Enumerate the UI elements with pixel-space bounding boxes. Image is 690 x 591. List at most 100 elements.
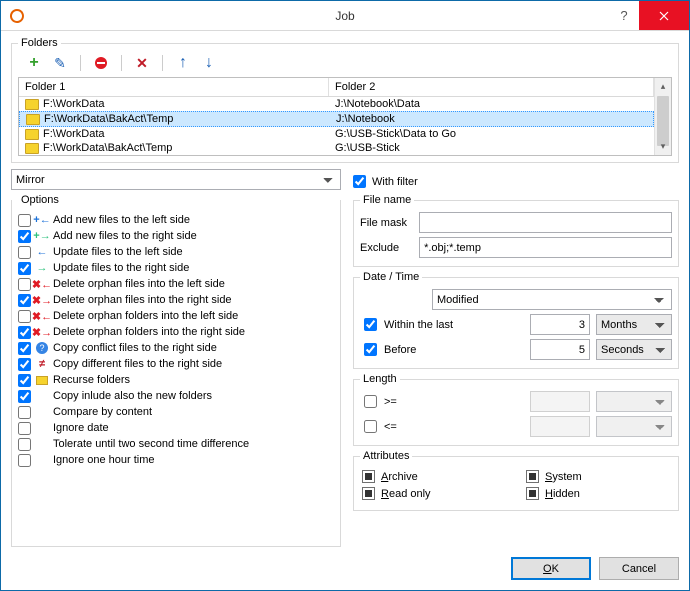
with-filter-checkbox[interactable] xyxy=(353,175,366,188)
option-checkbox[interactable] xyxy=(18,310,31,323)
with-filter-label: With filter xyxy=(372,176,418,188)
gte-value-input xyxy=(530,391,590,412)
option-checkbox[interactable] xyxy=(18,342,31,355)
folder-icon xyxy=(26,114,40,125)
option-label: Copy different files to the right side xyxy=(53,358,222,370)
within-unit-select[interactable]: Months xyxy=(596,314,672,335)
toolbar-separator xyxy=(162,55,163,71)
titlebar: Job ? xyxy=(1,1,689,31)
move-up-button[interactable]: ↑ xyxy=(175,55,191,71)
option-row: +←Add new files to the left side xyxy=(18,212,334,228)
mode-select[interactable]: Mirror xyxy=(11,169,341,190)
system-checkbox[interactable] xyxy=(526,470,539,483)
folders-legend: Folders xyxy=(18,37,61,49)
arrow-left-icon: ← xyxy=(35,245,49,259)
filemask-input[interactable] xyxy=(419,212,672,233)
toolbar-separator xyxy=(80,55,81,71)
readonly-checkbox[interactable] xyxy=(362,487,375,500)
job-dialog: Job ? Folders + ✎ ✕ ↑ ↓ Fol xyxy=(0,0,690,591)
scrollbar[interactable]: ▴ ▾ xyxy=(654,78,671,155)
option-label: Delete orphan folders into the left side xyxy=(53,310,238,322)
option-label: Delete orphan files into the right side xyxy=(53,294,232,306)
gte-unit-select xyxy=(596,391,672,412)
option-checkbox[interactable] xyxy=(18,454,31,467)
hidden-checkbox[interactable] xyxy=(526,487,539,500)
column-folder2[interactable]: Folder 2 xyxy=(329,78,654,96)
option-row: Ignore one hour time xyxy=(18,452,334,468)
gte-label: >= xyxy=(384,396,397,408)
option-label: Copy inlude also the new folders xyxy=(53,390,212,402)
close-button[interactable] xyxy=(639,1,689,30)
hidden-label: Hidden xyxy=(545,488,580,500)
arrow-right-icon: → xyxy=(35,261,49,275)
option-checkbox[interactable] xyxy=(18,438,31,451)
option-row: ✖→Delete orphan files into the right sid… xyxy=(18,292,334,308)
delete-icon: ✖← xyxy=(35,277,49,291)
option-checkbox[interactable] xyxy=(18,230,31,243)
datetime-legend: Date / Time xyxy=(360,271,422,283)
option-row: Tolerate until two second time differenc… xyxy=(18,436,334,452)
option-checkbox[interactable] xyxy=(18,422,31,435)
help-button[interactable]: ? xyxy=(609,1,639,30)
arrow-right-icon: +→ xyxy=(35,229,49,243)
option-row: ←Update files to the left side xyxy=(18,244,334,260)
option-checkbox[interactable] xyxy=(18,294,31,307)
before-value-input[interactable] xyxy=(530,339,590,360)
option-label: Delete orphan files into the left side xyxy=(53,278,225,290)
folder2-path: G:\USB-Stick xyxy=(329,141,654,155)
stop-button[interactable] xyxy=(93,55,109,71)
folder-table: Folder 1 Folder 2 F:\WorkDataJ:\Notebook… xyxy=(18,77,672,156)
option-checkbox[interactable] xyxy=(18,358,31,371)
delete-icon: ✖← xyxy=(35,309,49,323)
option-checkbox[interactable] xyxy=(18,262,31,275)
table-row[interactable]: F:\WorkData\BakAct\TempG:\USB-Stick xyxy=(19,141,654,155)
gte-checkbox[interactable] xyxy=(364,395,377,408)
option-row: ✖← Delete orphan folders into the left si… xyxy=(18,308,334,324)
option-checkbox[interactable] xyxy=(18,246,31,259)
arrow-down-icon: ↓ xyxy=(205,54,213,72)
folder-icon xyxy=(25,143,39,154)
before-unit-select[interactable]: Seconds xyxy=(596,339,672,360)
option-checkbox[interactable] xyxy=(18,390,31,403)
folder1-path: F:\WorkData\BakAct\Temp xyxy=(44,113,173,125)
option-checkbox[interactable] xyxy=(18,326,31,339)
ok-button[interactable]: OK xyxy=(511,557,591,580)
folders-group: Folders + ✎ ✕ ↑ ↓ Folder 1 Folder 2 F:\W… xyxy=(11,37,679,163)
before-checkbox[interactable] xyxy=(364,343,377,356)
folder-icon xyxy=(35,373,49,387)
filename-group: File name File mask Exclude xyxy=(353,194,679,267)
scroll-up[interactable]: ▴ xyxy=(655,78,671,95)
table-header: Folder 1 Folder 2 xyxy=(19,78,654,97)
lte-value-input xyxy=(530,416,590,437)
scroll-down[interactable]: ▾ xyxy=(655,138,671,155)
within-checkbox[interactable] xyxy=(364,318,377,331)
archive-checkbox[interactable] xyxy=(362,470,375,483)
option-checkbox[interactable] xyxy=(18,374,31,387)
folder-icon xyxy=(25,129,39,140)
exclude-input[interactable] xyxy=(419,237,672,258)
option-label: Ignore date xyxy=(53,422,109,434)
column-folder1[interactable]: Folder 1 xyxy=(19,78,329,96)
lte-checkbox[interactable] xyxy=(364,420,377,433)
edit-folder-button[interactable]: ✎ xyxy=(52,55,68,71)
not-equal-icon: ≠ xyxy=(35,357,49,371)
add-folder-button[interactable]: + xyxy=(26,55,42,71)
length-legend: Length xyxy=(360,373,400,385)
within-value-input[interactable] xyxy=(530,314,590,335)
archive-label: Archive xyxy=(381,471,418,483)
table-row[interactable]: F:\WorkDataJ:\Notebook\Data xyxy=(19,97,654,111)
folder-icon xyxy=(25,99,39,110)
table-row[interactable]: F:\WorkDataG:\USB-Stick\Data to Go xyxy=(19,127,654,141)
table-row[interactable]: F:\WorkData\BakAct\Temp J:\Notebook xyxy=(19,111,654,127)
cancel-button[interactable]: Cancel xyxy=(599,557,679,580)
option-checkbox[interactable] xyxy=(18,278,31,291)
lte-label: <= xyxy=(384,421,397,433)
option-checkbox[interactable] xyxy=(18,406,31,419)
move-down-button[interactable]: ↓ xyxy=(201,55,217,71)
delete-folder-button[interactable]: ✕ xyxy=(134,55,150,71)
readonly-label: Read only xyxy=(381,488,431,500)
folder2-path: J:\Notebook xyxy=(330,112,653,126)
option-checkbox[interactable] xyxy=(18,214,31,227)
datetime-mode-select[interactable]: Modified xyxy=(432,289,672,310)
edit-icon: ✎ xyxy=(54,55,66,72)
